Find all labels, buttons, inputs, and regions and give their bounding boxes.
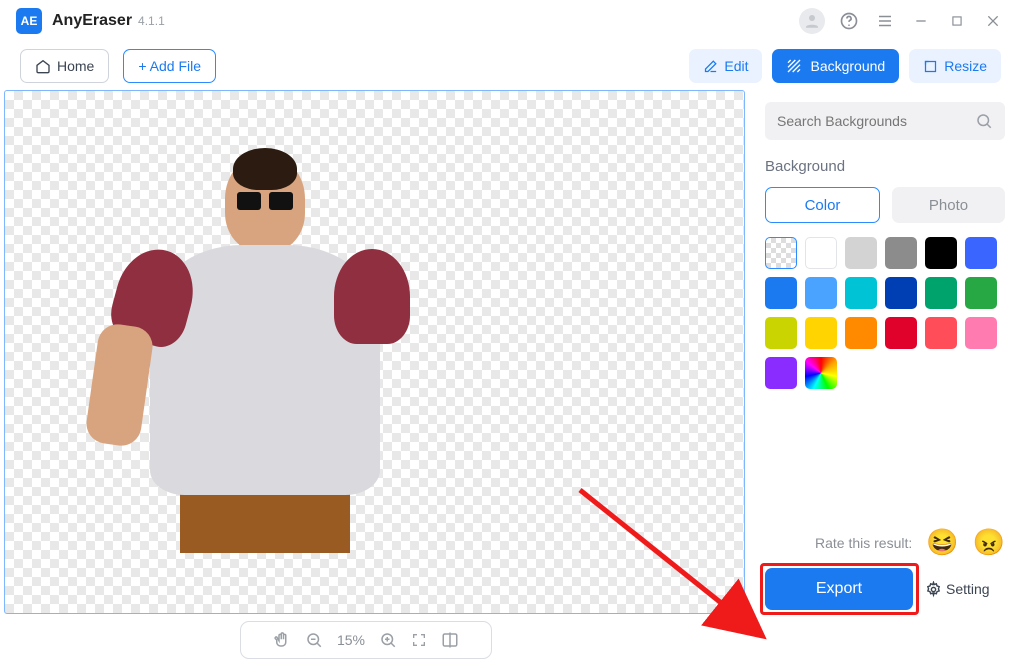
swatch-10[interactable] bbox=[925, 277, 957, 309]
background-label: Background bbox=[810, 58, 885, 74]
swatch-12[interactable] bbox=[765, 317, 797, 349]
canvas-subject bbox=[100, 156, 430, 553]
swatch-9[interactable] bbox=[885, 277, 917, 309]
menu-icon[interactable] bbox=[873, 9, 897, 33]
swatch-11[interactable] bbox=[965, 277, 997, 309]
panel-section-title: Background bbox=[765, 158, 1005, 175]
swatch-19[interactable] bbox=[805, 357, 837, 389]
search-backgrounds[interactable] bbox=[765, 102, 1005, 140]
side-panel: Background Color Photo Rate this result:… bbox=[745, 90, 1021, 614]
resize-label: Resize bbox=[944, 58, 987, 74]
resize-icon bbox=[923, 59, 938, 74]
home-icon bbox=[35, 58, 51, 74]
add-file-button[interactable]: + Add File bbox=[123, 49, 216, 83]
tab-color[interactable]: Color bbox=[765, 187, 880, 223]
swatch-7[interactable] bbox=[805, 277, 837, 309]
edit-button[interactable]: Edit bbox=[689, 49, 762, 83]
swatch-17[interactable] bbox=[965, 317, 997, 349]
setting-button[interactable]: Setting bbox=[925, 581, 990, 598]
fullscreen-icon[interactable] bbox=[411, 632, 427, 648]
hand-tool-icon[interactable] bbox=[273, 631, 291, 649]
swatch-1[interactable] bbox=[805, 237, 837, 269]
zoom-value: 15% bbox=[337, 632, 365, 648]
background-button[interactable]: Background bbox=[772, 49, 899, 83]
swatch-3[interactable] bbox=[885, 237, 917, 269]
swatch-2[interactable] bbox=[845, 237, 877, 269]
setting-label: Setting bbox=[946, 581, 990, 597]
minimize-icon[interactable] bbox=[909, 9, 933, 33]
maximize-icon[interactable] bbox=[945, 9, 969, 33]
help-icon[interactable] bbox=[837, 9, 861, 33]
edit-icon bbox=[703, 59, 718, 74]
main-area: Background Color Photo Rate this result:… bbox=[0, 90, 1021, 614]
swatch-0[interactable] bbox=[765, 237, 797, 269]
canvas-toolbar: 15% bbox=[240, 621, 492, 659]
edit-label: Edit bbox=[724, 58, 748, 74]
gear-icon bbox=[925, 581, 942, 598]
app-version: 4.1.1 bbox=[138, 14, 165, 28]
search-input[interactable] bbox=[777, 113, 975, 129]
swatch-18[interactable] bbox=[765, 357, 797, 389]
app-logo: AE bbox=[16, 8, 42, 34]
export-button[interactable]: Export bbox=[765, 568, 913, 610]
swatch-8[interactable] bbox=[845, 277, 877, 309]
search-icon bbox=[975, 112, 993, 130]
rate-happy-icon[interactable]: 😆 bbox=[926, 527, 958, 558]
swatch-16[interactable] bbox=[925, 317, 957, 349]
swatch-13[interactable] bbox=[805, 317, 837, 349]
swatch-14[interactable] bbox=[845, 317, 877, 349]
resize-button[interactable]: Resize bbox=[909, 49, 1001, 83]
swatch-grid bbox=[765, 237, 1005, 389]
zoom-out-icon[interactable] bbox=[305, 631, 323, 649]
background-icon bbox=[786, 58, 802, 74]
swatch-4[interactable] bbox=[925, 237, 957, 269]
home-button[interactable]: Home bbox=[20, 49, 109, 83]
rate-row: Rate this result: 😆 😠 bbox=[765, 527, 1005, 558]
account-icon[interactable] bbox=[799, 8, 825, 34]
swatch-5[interactable] bbox=[965, 237, 997, 269]
app-name: AnyEraser bbox=[52, 12, 132, 30]
close-icon[interactable] bbox=[981, 9, 1005, 33]
main-toolbar: Home + Add File Edit Background Resize bbox=[0, 42, 1021, 90]
editor-canvas[interactable] bbox=[4, 90, 745, 614]
home-label: Home bbox=[57, 58, 94, 74]
swatch-6[interactable] bbox=[765, 277, 797, 309]
swatch-15[interactable] bbox=[885, 317, 917, 349]
zoom-in-icon[interactable] bbox=[379, 631, 397, 649]
add-file-label: + Add File bbox=[138, 58, 201, 74]
compare-icon[interactable] bbox=[441, 631, 459, 649]
rate-label: Rate this result: bbox=[815, 535, 912, 551]
rate-angry-icon[interactable]: 😠 bbox=[973, 527, 1005, 558]
titlebar: AE AnyEraser 4.1.1 bbox=[0, 0, 1021, 42]
tab-photo[interactable]: Photo bbox=[892, 187, 1005, 223]
